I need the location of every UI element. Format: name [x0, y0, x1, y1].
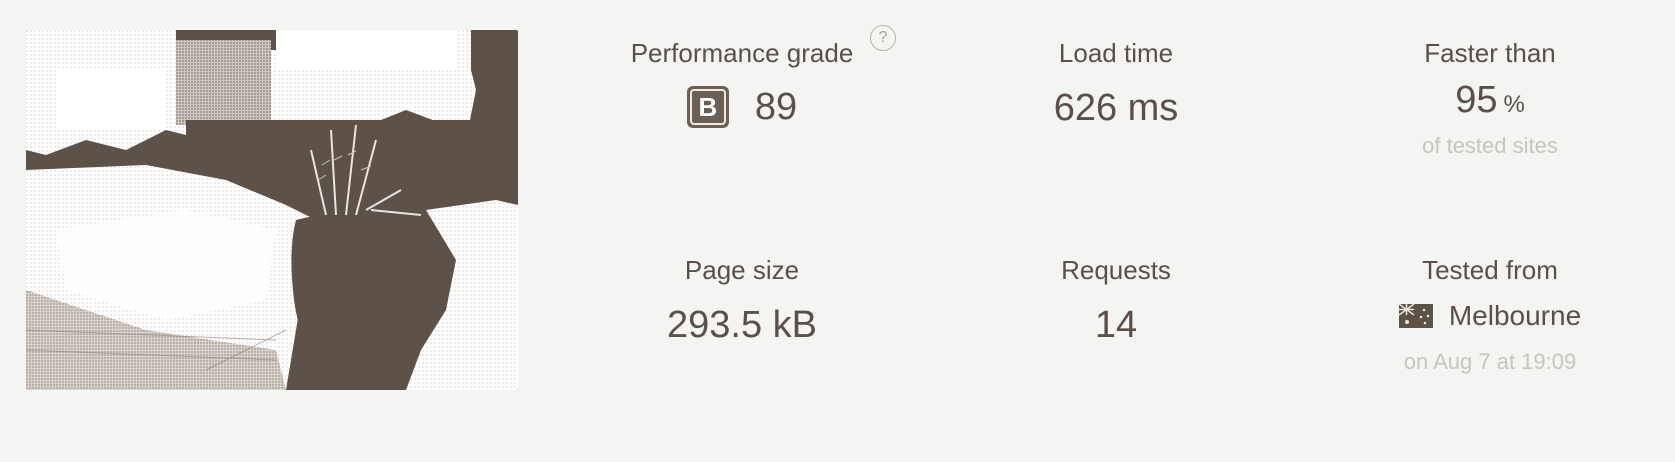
page-size-label: Page size	[684, 255, 800, 285]
performance-grade-stat: Performance grade B 89	[552, 38, 932, 129]
requests-value: 14	[1094, 304, 1138, 346]
screenshot-image	[26, 30, 518, 390]
test-date: on Aug 7 at 19:09	[1403, 349, 1577, 374]
faster-than-label: Faster than	[1424, 38, 1556, 68]
location-row: Melbourne	[1398, 299, 1582, 333]
load-time-stat: Load time 626 ms	[926, 38, 1306, 130]
faster-than-value: 95%	[1300, 78, 1675, 127]
page-size-value: 293.5 kB	[667, 304, 817, 346]
percent-unit: %	[1503, 91, 1525, 118]
requests-label: Requests	[1061, 255, 1171, 285]
grade-letter: B	[698, 92, 718, 122]
requests-stat: Requests 14	[926, 255, 1306, 347]
load-time-label: Load time	[1058, 38, 1174, 68]
website-screenshot[interactable]	[26, 30, 518, 390]
location-name: Melbourne	[1448, 300, 1582, 331]
tested-from-label: Tested from	[1422, 255, 1558, 285]
page-size-stat: Page size 293.5 kB	[552, 255, 932, 347]
help-icon[interactable]: ?	[870, 25, 896, 51]
tested-from-stat: Tested from Melbourne on Aug 7 at 19:09	[1300, 255, 1675, 375]
faster-than-stat: Faster than 95% of tested sites	[1300, 38, 1675, 159]
performance-score: 89	[754, 86, 798, 128]
faster-than-percent: 95	[1455, 79, 1498, 121]
australia-flag-icon	[1398, 304, 1433, 328]
faster-than-subtext: of tested sites	[1422, 133, 1558, 158]
performance-grade-value: B 89	[552, 82, 932, 129]
test-results-summary: Performance grade B 89 ? Load time 626 m…	[0, 0, 1675, 462]
grade-badge: B	[686, 86, 729, 128]
load-time-value: 626 ms	[1053, 87, 1179, 129]
